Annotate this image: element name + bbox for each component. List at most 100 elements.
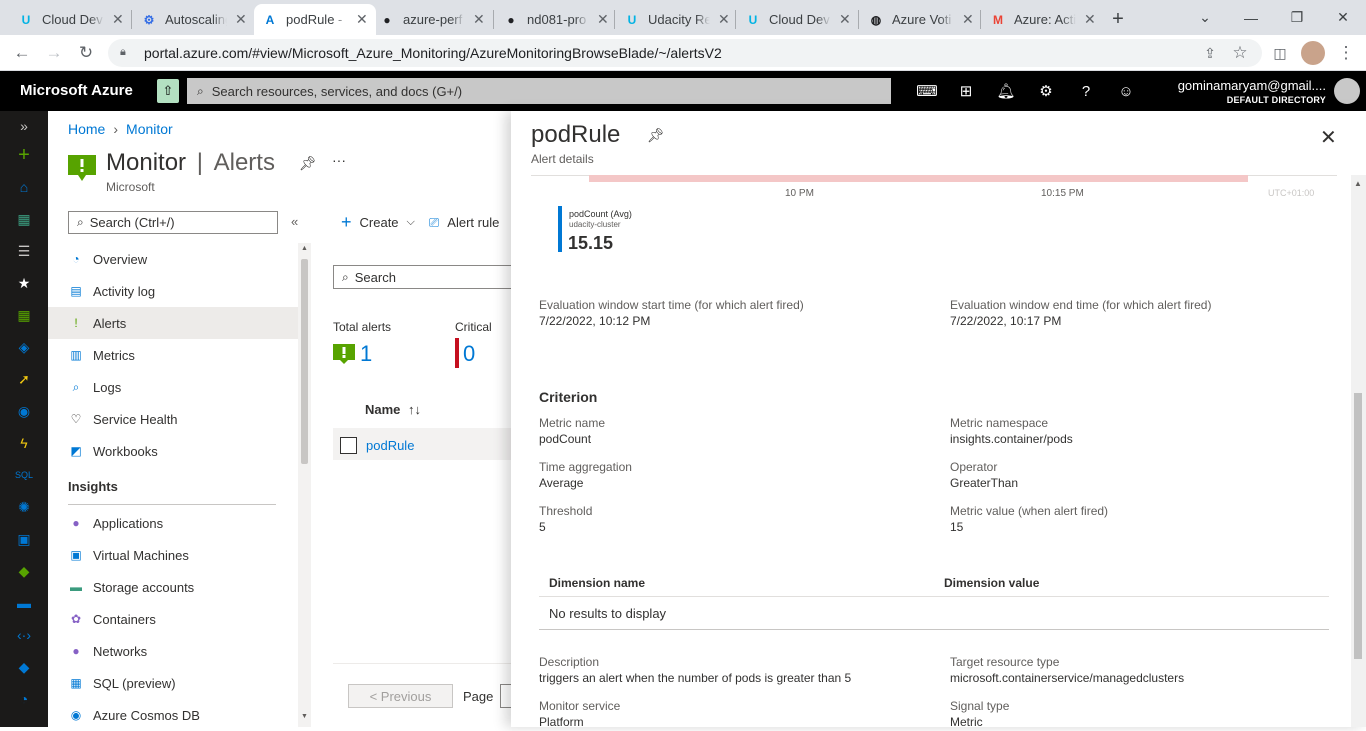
- scroll-down-icon[interactable]: ▼: [301, 713, 308, 720]
- menu-item-virtual-machines[interactable]: ▣ Virtual Machines: [48, 539, 298, 571]
- browser-tab[interactable]: M Azure: Acti ✕: [982, 4, 1104, 35]
- tab-close-icon[interactable]: ✕: [473, 11, 485, 28]
- create-resource-icon[interactable]: +: [14, 144, 34, 166]
- tab-close-icon[interactable]: ✕: [235, 11, 247, 28]
- menu-item-sql-preview[interactable]: ▦ SQL (preview): [48, 667, 298, 699]
- browser-tab[interactable]: ⚙ Autoscaling ✕: [133, 4, 255, 35]
- menu-item-alerts[interactable]: ! Alerts: [48, 307, 298, 339]
- menu-item-networks[interactable]: ● Networks: [48, 635, 298, 667]
- minimize-icon[interactable]: —: [1228, 0, 1274, 35]
- total-alerts-count[interactable]: 1: [360, 341, 372, 367]
- browser-tab[interactable]: U Cloud Dev ✕: [737, 4, 859, 35]
- row-checkbox[interactable]: [340, 437, 357, 454]
- window-close-icon[interactable]: ✕: [1320, 0, 1366, 35]
- critical-count[interactable]: 0: [463, 341, 475, 367]
- menu-item-storage-accounts[interactable]: ▬ Storage accounts: [48, 571, 298, 603]
- pin-icon[interactable]: 📌︎: [299, 155, 317, 172]
- tab-close-icon[interactable]: ✕: [718, 11, 730, 28]
- cloud-shell-icon[interactable]: ⌨: [916, 81, 938, 101]
- help-icon[interactable]: ?: [1075, 81, 1097, 101]
- alert-name-link[interactable]: podRule: [366, 438, 414, 453]
- page-number-select[interactable]: [500, 684, 511, 708]
- azure-ad-icon[interactable]: ◆: [14, 658, 34, 676]
- quickstart-icon[interactable]: ➚: [14, 370, 34, 388]
- close-icon[interactable]: ✕: [1320, 125, 1337, 150]
- bookmark-star-icon[interactable]: ☆: [1228, 41, 1252, 65]
- sort-icon[interactable]: ↑↓: [408, 402, 421, 417]
- directory-filter-icon[interactable]: ⊞: [955, 81, 977, 101]
- tab-close-icon[interactable]: ✕: [356, 11, 368, 28]
- settings-gear-icon[interactable]: ⚙: [1035, 81, 1057, 101]
- scroll-up-icon[interactable]: ▲: [301, 245, 308, 252]
- restore-icon[interactable]: ❐: [1274, 0, 1320, 35]
- forward-icon[interactable]: →: [42, 41, 66, 65]
- browser-tab[interactable]: ● nd081-pro ✕: [495, 4, 617, 35]
- browser-menu-icon[interactable]: ⋮: [1334, 41, 1358, 65]
- panel-pin-icon[interactable]: 📌︎: [647, 127, 665, 144]
- load-balancers-icon[interactable]: ◆: [14, 562, 34, 580]
- menu-item-applications[interactable]: ● Applications: [48, 507, 298, 539]
- menu-item-logs[interactable]: ⌕ Logs: [48, 371, 298, 403]
- share-icon[interactable]: ⇪: [1198, 41, 1222, 65]
- create-button[interactable]: Create: [360, 215, 399, 230]
- menu-search-input[interactable]: ⌕ Search (Ctrl+/): [68, 211, 278, 234]
- virtual-networks-icon[interactable]: ‹·›: [14, 626, 34, 644]
- collapse-menu-icon[interactable]: «: [291, 214, 298, 229]
- browser-tab[interactable]: U Udacity Re ✕: [616, 4, 738, 35]
- dashboard-icon[interactable]: ▦: [14, 210, 34, 228]
- cosmos-db-icon[interactable]: ✺: [14, 498, 34, 516]
- tab-close-icon[interactable]: ✕: [1084, 11, 1096, 28]
- account-avatar[interactable]: [1334, 78, 1360, 104]
- reload-icon[interactable]: ↻: [74, 41, 98, 65]
- menu-scrollbar-thumb[interactable]: [301, 259, 308, 464]
- virtual-machines-icon[interactable]: ▣: [14, 530, 34, 548]
- expand-menu-icon[interactable]: »: [14, 117, 34, 135]
- notifications-bell-icon[interactable]: 🔔︎: [995, 81, 1017, 101]
- previous-page-button[interactable]: < Previous: [348, 684, 453, 708]
- side-panel-icon[interactable]: ◫: [1268, 41, 1292, 65]
- back-icon[interactable]: ←: [10, 41, 34, 65]
- menu-item-overview[interactable]: ◔ Overview: [48, 243, 298, 275]
- favorites-star-icon[interactable]: ★: [14, 274, 34, 292]
- global-search-input[interactable]: ⌕ Search resources, services, and docs (…: [187, 78, 891, 104]
- more-options-icon[interactable]: ···: [332, 152, 346, 168]
- browser-tab[interactable]: ● azure-perf ✕: [371, 4, 493, 35]
- menu-item-workbooks[interactable]: ◩ Workbooks: [48, 435, 298, 467]
- new-tab-button[interactable]: +: [1100, 4, 1136, 35]
- tab-search-icon[interactable]: ⌄: [1182, 0, 1228, 35]
- menu-item-service-health[interactable]: ♡ Service Health: [48, 403, 298, 435]
- panel-scroll-up-icon[interactable]: ▲: [1354, 179, 1362, 188]
- browser-tab[interactable]: ◍ Azure Voti ✕: [860, 4, 982, 35]
- home-icon[interactable]: ⌂: [14, 178, 34, 196]
- app-services-icon[interactable]: ◉: [14, 402, 34, 420]
- azure-brand[interactable]: Microsoft Azure: [20, 82, 133, 99]
- feedback-icon[interactable]: ☺: [1115, 81, 1137, 101]
- monitor-icon[interactable]: ◔: [14, 690, 34, 708]
- all-resources-icon[interactable]: ▦: [14, 306, 34, 324]
- all-services-icon[interactable]: ☰: [14, 242, 34, 260]
- breadcrumb-monitor[interactable]: Monitor: [126, 121, 173, 137]
- profile-avatar[interactable]: [1301, 41, 1325, 65]
- browser-tab[interactable]: ApodRule - ✕: [254, 4, 376, 35]
- tab-close-icon[interactable]: ✕: [597, 11, 609, 28]
- menu-scrollbar[interactable]: ▲ ▼: [298, 243, 311, 727]
- menu-item-containers[interactable]: ✿ Containers: [48, 603, 298, 635]
- tab-close-icon[interactable]: ✕: [839, 11, 851, 28]
- panel-scrollbar-thumb[interactable]: [1354, 393, 1362, 659]
- table-row[interactable]: [333, 428, 511, 460]
- tab-close-icon[interactable]: ✕: [112, 11, 124, 28]
- menu-item-activity-log[interactable]: ▤ Activity log: [48, 275, 298, 307]
- alert-rules-button[interactable]: Alert rule: [447, 215, 499, 230]
- function-app-icon[interactable]: ϟ: [14, 434, 34, 452]
- tab-close-icon[interactable]: ✕: [962, 11, 974, 28]
- url-field[interactable]: 🔒︎ portal.azure.com/#view/Microsoft_Azur…: [108, 39, 1262, 67]
- resource-groups-icon[interactable]: ◈: [14, 338, 34, 356]
- menu-item-azure-cosmos-db[interactable]: ◉ Azure Cosmos DB: [48, 699, 298, 731]
- account-info[interactable]: gominamaryam@gmail.... DEFAULT DIRECTORY: [1178, 78, 1326, 108]
- browser-tab[interactable]: U Cloud Dev ✕: [10, 4, 132, 35]
- alerts-search-input[interactable]: ⌕ Search: [333, 265, 513, 289]
- panel-scrollbar[interactable]: ▲: [1351, 175, 1366, 727]
- storage-accounts-icon[interactable]: ▬: [14, 594, 34, 612]
- name-column-header[interactable]: Name ↑↓: [365, 402, 421, 417]
- upgrade-icon[interactable]: ⇧: [157, 79, 179, 103]
